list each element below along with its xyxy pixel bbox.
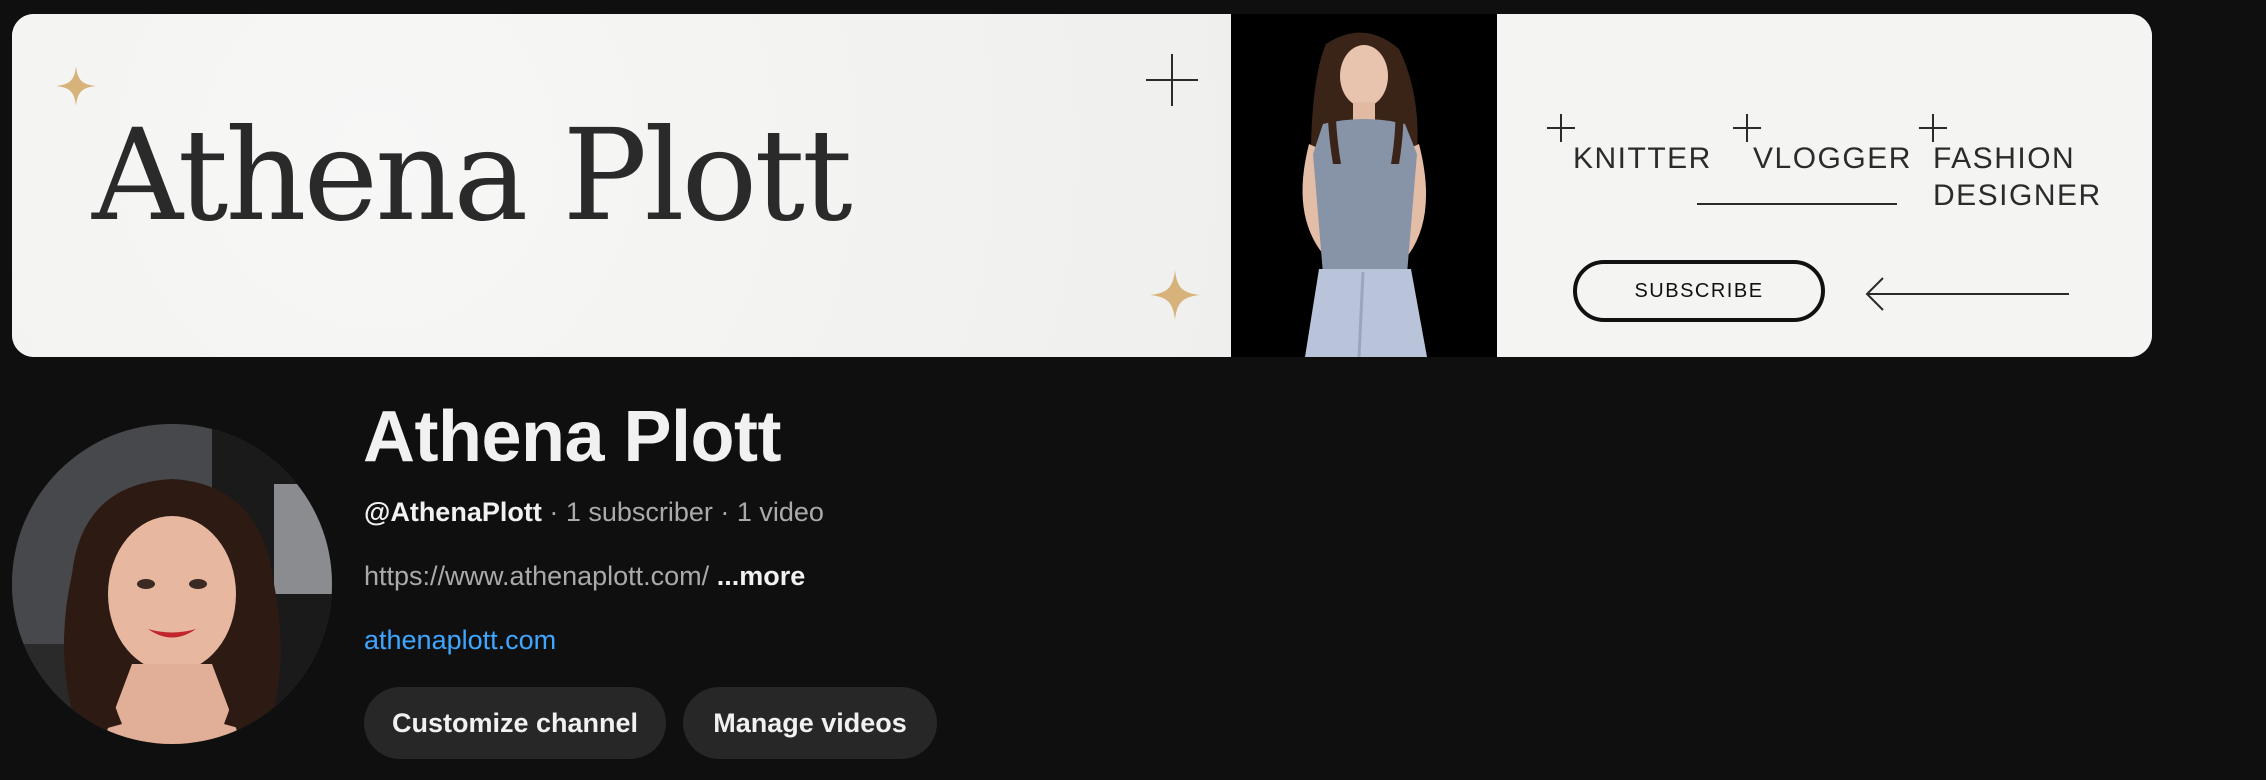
plus-icon	[1146, 54, 1198, 106]
channel-website-link[interactable]: athenaplott.com	[364, 625, 556, 656]
role-fashion: FASHION	[1933, 142, 2076, 175]
channel-title: Athena Plott	[363, 397, 781, 477]
plus-icon	[1733, 114, 1761, 142]
person-portrait-image	[1231, 14, 1497, 357]
avatar-image	[12, 424, 332, 744]
role-vlogger: VLOGGER	[1753, 142, 1912, 175]
sparkle-icon	[56, 66, 96, 106]
description-text: https://www.athenaplott.com/	[364, 561, 710, 591]
more-link[interactable]: ...more	[717, 561, 806, 591]
banner-subscribe-graphic: SUBSCRIBE	[1573, 260, 1825, 322]
channel-stats: · 1 subscriber · 1 video	[541, 497, 824, 527]
manage-videos-button[interactable]: Manage videos	[683, 687, 937, 759]
role-underline	[1697, 203, 1897, 205]
banner-name: Athena Plott	[92, 102, 853, 249]
sparkle-icon	[1150, 270, 1200, 320]
role-knitter: KNITTER	[1573, 142, 1712, 175]
role-designer: DESIGNER	[1933, 179, 2102, 212]
banner-left-panel: Athena Plott	[12, 14, 1231, 357]
plus-icon	[1547, 114, 1575, 142]
banner-photo	[1231, 14, 1497, 357]
channel-description[interactable]: https://www.athenaplott.com/ ...more	[364, 561, 805, 592]
channel-avatar[interactable]	[12, 424, 332, 744]
plus-icon	[1919, 114, 1947, 142]
arrow-left-icon	[1865, 277, 2069, 311]
customize-channel-button[interactable]: Customize channel	[364, 687, 666, 759]
channel-handle: @AthenaPlott	[364, 497, 542, 527]
channel-banner: Athena Plott KNITTER VLOGGER FASHION DES…	[12, 14, 2152, 357]
channel-meta: @AthenaPlott · 1 subscriber · 1 video	[364, 497, 824, 528]
banner-right-panel: KNITTER VLOGGER FASHION DESIGNER SUBSCRI…	[1497, 14, 2152, 357]
